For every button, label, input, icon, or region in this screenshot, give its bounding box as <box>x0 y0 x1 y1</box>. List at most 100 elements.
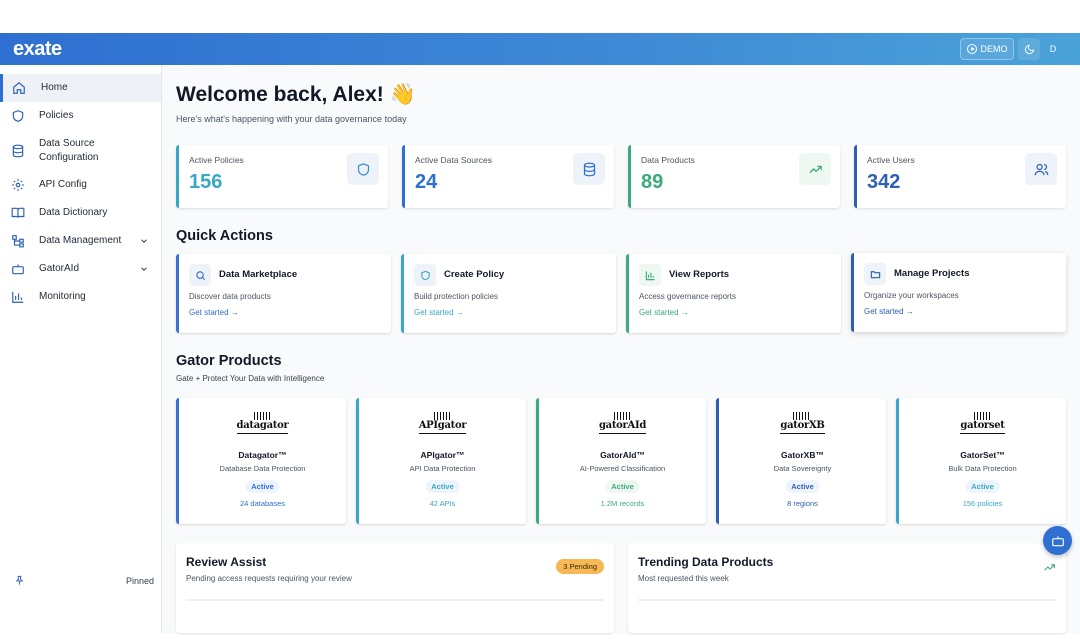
pinned-label: Pinned <box>126 576 155 586</box>
shield-icon <box>420 270 430 280</box>
gatoraid-logo: gatorAId <box>598 412 646 434</box>
database-icon <box>583 162 595 176</box>
main-content: Welcome back, Alex! 👋 Here's what's happ… <box>162 65 1080 633</box>
sidebar-item-label: GatorAId <box>39 263 80 274</box>
product-card-datagator[interactable]: datagator Datagator™ Database Data Prote… <box>176 398 346 524</box>
pending-badge: 3 Pending <box>556 559 604 574</box>
quick-action-create-policy[interactable]: Create Policy Build protection policies … <box>401 254 616 333</box>
review-assist-subtitle: Pending access requests requiring your r… <box>186 574 352 583</box>
bar-chart-icon <box>12 291 24 303</box>
product-desc: Data Sovereignty <box>773 464 832 473</box>
home-icon <box>13 81 25 94</box>
user-avatar[interactable]: D <box>1046 42 1060 56</box>
sidebar-item-label: Home <box>41 82 68 93</box>
moon-icon <box>1024 44 1034 54</box>
get-started-link[interactable]: Get started → <box>189 308 239 317</box>
product-metric: 8 regions <box>787 499 818 508</box>
product-metric: 1.2M records <box>600 499 645 508</box>
trending-data-products-card[interactable]: Trending Data Products Most requested th… <box>628 543 1066 633</box>
sidebar: Home Policies Data Source Configuration … <box>0 65 162 633</box>
quick-action-view-reports[interactable]: View Reports Access governance reports G… <box>626 254 841 333</box>
sidebar-item-label: Data Source Configuration <box>39 138 99 163</box>
sidebar-item-label: Data Dictionary <box>39 207 108 218</box>
quick-action-data-marketplace[interactable]: Data Marketplace Discover data products … <box>176 254 391 333</box>
quick-action-desc: Organize your workspaces <box>864 291 959 300</box>
review-assist-title: Review Assist <box>186 555 267 569</box>
theme-toggle-button[interactable] <box>1018 38 1040 60</box>
product-desc: Bulk Data Protection <box>948 464 1017 473</box>
gatorxb-logo: gatorXB <box>780 412 825 434</box>
quick-action-manage-projects[interactable]: Manage Projects Organize your workspaces… <box>851 253 1066 332</box>
stat-card-active-policies[interactable]: Active Policies 156 <box>176 145 388 208</box>
sidebar-item-api-config[interactable]: API Config <box>0 178 161 192</box>
page-subtitle: Here's what's happening with your data g… <box>176 114 407 124</box>
review-list <box>186 599 604 639</box>
gatorset-logo: gatorset <box>960 412 1005 434</box>
sidebar-item-policies[interactable]: Policies <box>0 109 161 123</box>
sidebar-item-data-dictionary[interactable]: Data Dictionary <box>0 206 161 220</box>
stat-value: 342 <box>867 171 901 193</box>
demo-label: DEMO <box>980 44 1008 54</box>
product-card-gatorxb[interactable]: gatorXB GatorXB™ Data Sovereignty Active… <box>716 398 886 524</box>
product-name: GatorXB™ <box>781 450 824 460</box>
product-metric: 42 APIs <box>429 499 456 508</box>
top-bar: exate DEMO D <box>0 33 1080 65</box>
hierarchy-icon <box>12 235 24 248</box>
bot-icon <box>1051 535 1064 546</box>
page-title: Welcome back, Alex! 👋 <box>176 83 416 106</box>
review-assist-card[interactable]: Review Assist Pending access requests re… <box>176 543 614 633</box>
shield-icon <box>357 162 369 176</box>
product-card-apigator[interactable]: APIgator APIgator™ API Data Protection A… <box>356 398 526 524</box>
bar-chart-icon <box>645 270 655 280</box>
users-icon <box>1034 163 1048 175</box>
exate-logo[interactable]: exate <box>13 38 62 61</box>
stat-card-active-data-sources[interactable]: Active Data Sources 24 <box>402 145 614 208</box>
product-name: Datagator™ <box>238 450 287 460</box>
quick-action-title: Create Policy <box>444 269 505 280</box>
search-icon <box>195 270 205 280</box>
database-icon <box>12 144 24 158</box>
stat-card-active-users[interactable]: Active Users 342 <box>854 145 1066 208</box>
arrow-right-icon: → <box>230 308 239 317</box>
get-started-link[interactable]: Get started → <box>639 308 689 317</box>
assistant-chat-button[interactable] <box>1043 526 1072 555</box>
product-metric: 24 databases <box>239 499 286 508</box>
sidebar-item-label: Policies <box>39 110 74 121</box>
book-icon <box>11 207 25 218</box>
shield-icon <box>12 110 24 122</box>
gear-icon <box>12 179 24 191</box>
play-circle-icon <box>966 44 977 54</box>
stat-card-data-products[interactable]: Data Products 89 <box>628 145 840 208</box>
trending-up-icon <box>1044 564 1055 571</box>
sidebar-item-label: Data Management <box>39 235 122 246</box>
stat-label: Active Policies <box>189 155 244 165</box>
stat-value: 24 <box>415 171 438 193</box>
sidebar-item-home[interactable]: Home <box>0 74 161 102</box>
status-badge: Active <box>965 480 1000 493</box>
product-card-gatorset[interactable]: gatorset GatorSet™ Bulk Data Protection … <box>896 398 1066 524</box>
sidebar-item-monitoring[interactable]: Monitoring <box>0 290 161 304</box>
chevron-down-icon[interactable] <box>139 264 149 274</box>
product-name: GatorAId™ <box>600 450 645 460</box>
product-metric: 156 policies <box>962 499 1003 508</box>
product-name: APIgator™ <box>420 450 465 460</box>
product-card-gatoraid[interactable]: gatorAId GatorAId™ AI-Powered Classifica… <box>536 398 706 524</box>
trending-title: Trending Data Products <box>638 555 774 569</box>
trending-subtitle: Most requested this week <box>638 574 729 583</box>
chevron-down-icon[interactable] <box>139 236 149 246</box>
datagator-logo: datagator <box>236 412 289 434</box>
get-started-link[interactable]: Get started → <box>414 308 464 317</box>
sidebar-item-data-source-configuration[interactable]: Data Source Configuration <box>0 137 161 165</box>
stat-label: Active Users <box>867 155 915 165</box>
sidebar-item-gatoraid[interactable]: GatorAId <box>0 262 161 276</box>
pinned-toggle[interactable]: Pinned <box>0 575 161 589</box>
sidebar-item-data-management[interactable]: Data Management <box>0 234 161 248</box>
quick-action-title: Manage Projects <box>894 268 970 279</box>
product-desc: Database Data Protection <box>219 464 306 473</box>
quick-action-title: View Reports <box>669 269 730 280</box>
get-started-link[interactable]: Get started → <box>864 307 914 316</box>
demo-button[interactable]: DEMO <box>960 38 1014 60</box>
status-badge: Active <box>605 480 640 493</box>
trending-up-icon <box>808 165 822 173</box>
stat-label: Data Products <box>641 155 695 165</box>
